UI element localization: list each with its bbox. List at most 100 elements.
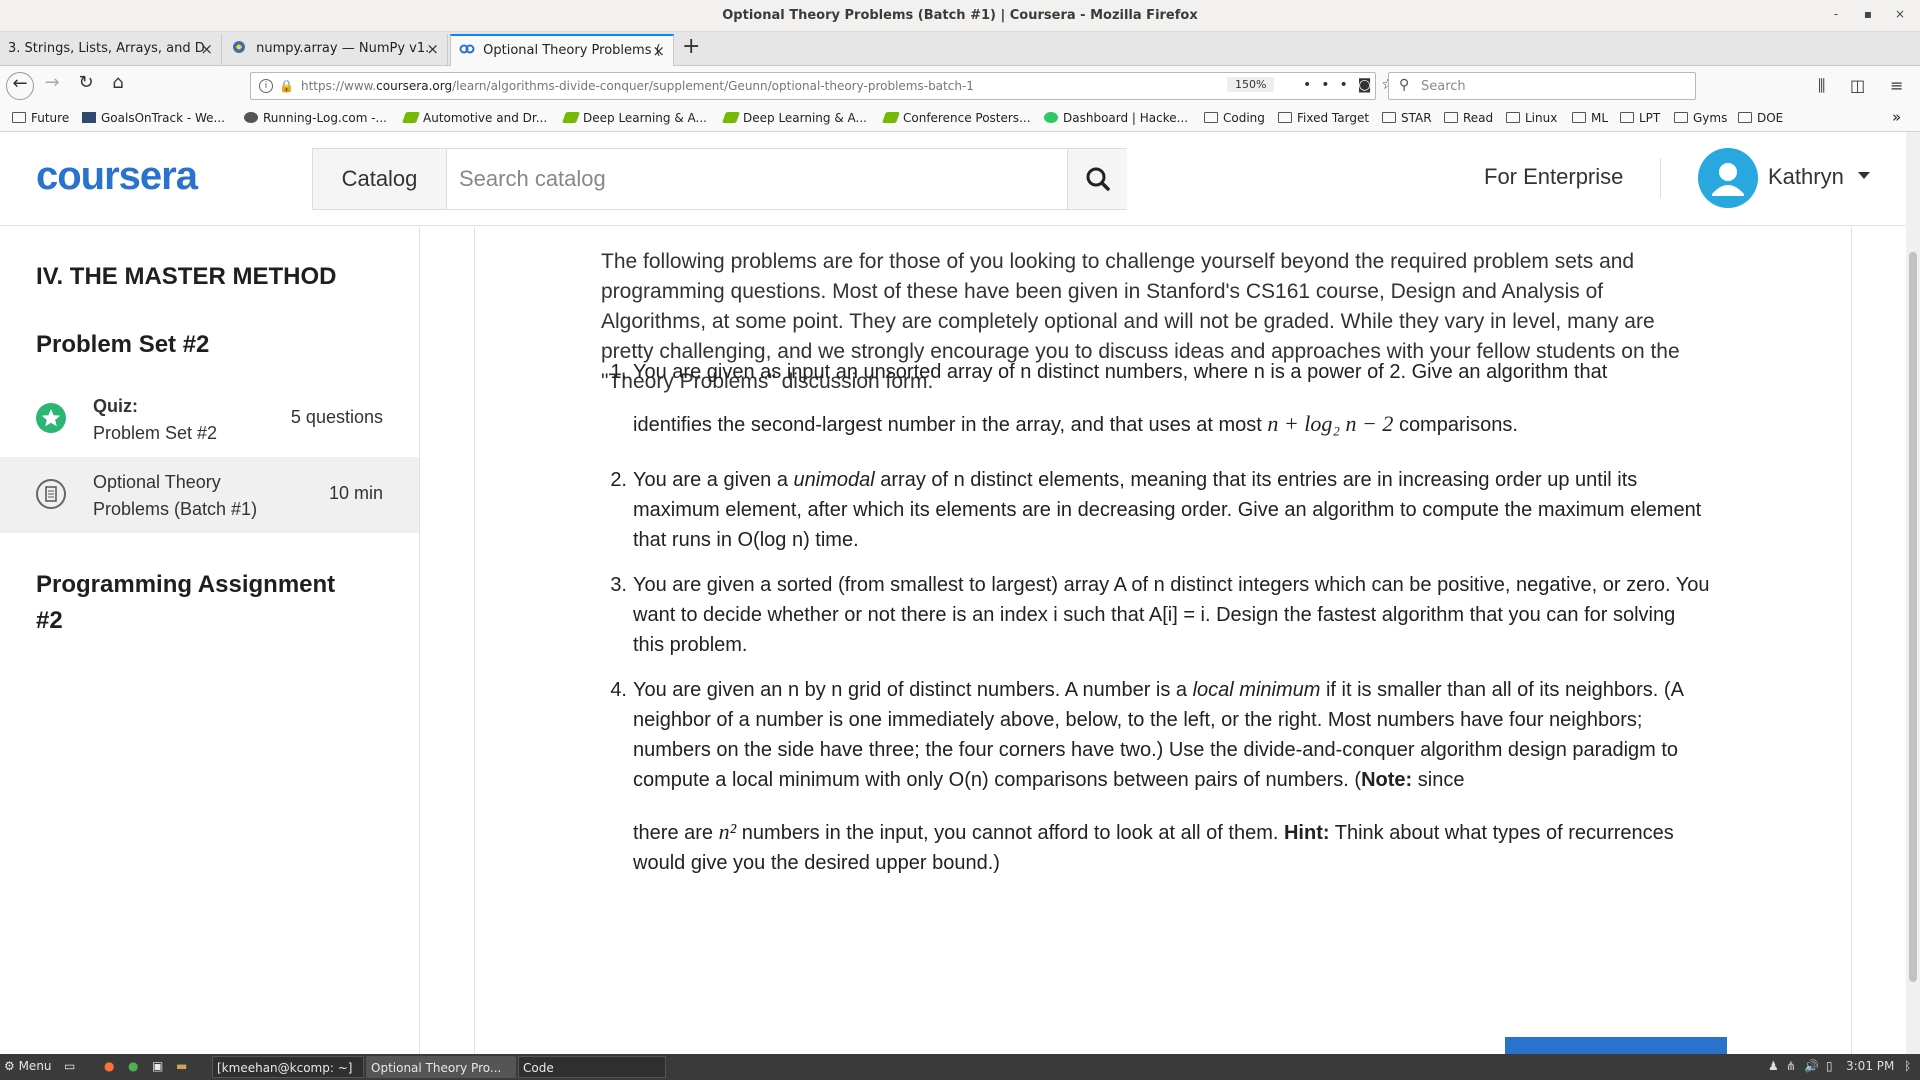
sidebar-item-optional-theory[interactable]: Optional Theory Problems (Batch #1) 10 mi…: [0, 457, 419, 533]
reading-content: The following problems are for those of …: [474, 227, 1852, 1054]
reload-icon[interactable]: ↻: [72, 72, 100, 100]
bookmark-conference-posters[interactable]: Conference Posters...: [881, 111, 1031, 125]
info-icon[interactable]: i: [259, 79, 273, 93]
taskbar-window-code[interactable]: Code: [518, 1056, 666, 1078]
chrome-icon[interactable]: ●: [128, 1059, 138, 1073]
clock[interactable]: 3:01 PM: [1846, 1059, 1894, 1073]
folder-icon: [1444, 112, 1458, 123]
catalog-button[interactable]: Catalog: [313, 149, 447, 209]
chevron-down-icon[interactable]: [1858, 172, 1870, 179]
completed-star-icon: [36, 403, 66, 433]
programming-assignment-title[interactable]: Programming Assignment #2: [36, 567, 335, 639]
close-tab-icon[interactable]: ×: [652, 36, 665, 66]
problem-text: You are given a sorted (from smallest to…: [633, 574, 1710, 656]
bookmark-read[interactable]: Read: [1444, 111, 1493, 125]
bluetooth-icon[interactable]: ᛒ: [1904, 1059, 1911, 1073]
sidebar-toggle-icon[interactable]: ◫: [1850, 76, 1865, 95]
show-desktop-icon[interactable]: ▭: [64, 1059, 75, 1073]
page-scrollbar[interactable]: [1906, 132, 1920, 1054]
coursera-logo[interactable]: coursera: [36, 154, 198, 199]
close-window-button[interactable]: ×: [1892, 7, 1908, 21]
back-icon[interactable]: ←: [6, 72, 34, 100]
user-name[interactable]: Kathryn: [1768, 164, 1844, 190]
for-enterprise-link[interactable]: For Enterprise: [1484, 164, 1623, 190]
nvidia-icon: [721, 112, 741, 123]
url-bar[interactable]: i 🔒 https://www.coursera.org/learn/algor…: [250, 72, 1394, 100]
nvidia-icon: [561, 112, 581, 123]
sidebar-item-quiz[interactable]: Quiz: Problem Set #2 5 questions: [0, 381, 419, 457]
bookmark-doe[interactable]: DOE: [1738, 111, 1783, 125]
bookmark-deep-learning-2[interactable]: Deep Learning & A...: [721, 111, 867, 125]
bookmark-automotive[interactable]: Automotive and Dr...: [401, 111, 547, 125]
bookmark-gyms[interactable]: Gyms: [1674, 111, 1727, 125]
bookmark-coding[interactable]: Coding: [1204, 111, 1265, 125]
catalog-search-bar: Catalog Search catalog: [312, 148, 1127, 210]
problem-text: You are a given a unimodal array of n di…: [633, 469, 1702, 551]
folder-icon: [1204, 112, 1218, 123]
bookmark-lpt[interactable]: LPT: [1620, 111, 1660, 125]
bookmark-dashboard[interactable]: Dashboard | Hacke...: [1044, 111, 1188, 125]
folder-icon: [12, 112, 26, 123]
bookmark-deep-learning-1[interactable]: Deep Learning & A...: [561, 111, 707, 125]
problem-number: 1.: [610, 361, 627, 383]
search-button[interactable]: [1067, 149, 1127, 209]
web-page: coursera Catalog Search catalog For Ente…: [0, 132, 1920, 1054]
hamburger-menu-icon[interactable]: ≡: [1890, 76, 1903, 95]
tab-label: 3. Strings, Lists, Arrays, and D: [8, 41, 205, 56]
tab-strings-lists[interactable]: 3. Strings, Lists, Arrays, and D ×: [0, 34, 222, 66]
bookmark-star[interactable]: STAR: [1382, 111, 1432, 125]
user-icon: [1712, 163, 1744, 196]
desktop-taskbar: ⚙ Menu ▭ ● ● ▣ ▬ [kmeehan@kcomp: ~] Opti…: [0, 1054, 1920, 1080]
firefox-icon[interactable]: ●: [104, 1059, 114, 1073]
search-icon: [1086, 167, 1110, 191]
library-icon[interactable]: ⫼: [1818, 76, 1825, 96]
home-icon[interactable]: ⌂: [104, 72, 132, 100]
search-icon: ⚲: [1399, 77, 1410, 93]
scrollbar-thumb[interactable]: [1909, 252, 1917, 982]
pocket-icon[interactable]: ◙: [1358, 77, 1382, 93]
user-tray-icon[interactable]: ♟: [1768, 1059, 1779, 1073]
problem-text: You are given an n by n grid of distinct…: [633, 679, 1683, 874]
terminal-icon[interactable]: ▣: [152, 1059, 163, 1073]
desktop-screen: Optional Theory Problems (Batch #1) | Co…: [0, 0, 1920, 1080]
bookmark-goalsontrack[interactable]: GoalsOnTrack - We...: [82, 111, 225, 125]
bookmark-fixed-target[interactable]: Fixed Target: [1278, 111, 1369, 125]
maximize-button[interactable]: ▪: [1860, 7, 1876, 21]
taskbar-window-terminal[interactable]: [kmeehan@kcomp: ~]: [212, 1056, 364, 1078]
new-tab-icon[interactable]: +: [682, 34, 700, 59]
avatar[interactable]: [1698, 148, 1758, 208]
sidebar-item-label: Optional Theory Problems (Batch #1): [93, 472, 258, 519]
header-divider: [1660, 158, 1661, 198]
folder-icon: [1506, 112, 1520, 123]
taskbar-window-firefox[interactable]: Optional Theory Pro...: [366, 1056, 516, 1078]
mark-as-completed-button[interactable]: [1505, 1037, 1727, 1054]
bookmark-ml[interactable]: ML: [1572, 111, 1608, 125]
tab-optional-theory[interactable]: Optional Theory Problems ( ×: [450, 34, 674, 66]
start-menu-button[interactable]: ⚙ Menu: [4, 1059, 52, 1073]
tab-numpy[interactable]: numpy.array — NumPy v1. ×: [224, 34, 448, 66]
close-tab-icon[interactable]: ×: [426, 34, 439, 64]
nvidia-icon: [401, 112, 421, 123]
navigation-toolbar: ← → ↻ ⌂ i 🔒 https://www.coursera.org/lea…: [0, 66, 1920, 106]
zoom-indicator[interactable]: 150%: [1227, 77, 1275, 92]
volume-icon[interactable]: 🔊: [1804, 1059, 1819, 1073]
reading-icon: [36, 479, 66, 509]
bookmark-running-log[interactable]: Running-Log.com -...: [244, 111, 387, 125]
forward-icon[interactable]: →: [38, 72, 66, 100]
network-icon[interactable]: ⋔: [1786, 1059, 1796, 1073]
coursera-icon: [459, 38, 475, 54]
folder-icon: [1278, 112, 1292, 123]
battery-icon[interactable]: ▯: [1826, 1059, 1833, 1073]
bookmark-future[interactable]: Future: [12, 111, 69, 125]
close-tab-icon[interactable]: ×: [200, 34, 213, 64]
minimize-button[interactable]: -: [1828, 7, 1844, 21]
bookmark-linux[interactable]: Linux: [1506, 111, 1557, 125]
folder-icon: [1620, 112, 1634, 123]
math-expression: n + log₂ n − 2: [1267, 411, 1394, 436]
more-actions-icon[interactable]: •••: [1303, 77, 1358, 93]
browser-search-input[interactable]: ⚲ Search: [1388, 72, 1696, 100]
files-icon[interactable]: ▬: [176, 1059, 187, 1073]
more-bookmarks-icon[interactable]: »: [1892, 108, 1901, 126]
search-placeholder: Search: [1421, 79, 1466, 94]
catalog-search-input[interactable]: Search catalog: [459, 149, 1059, 209]
